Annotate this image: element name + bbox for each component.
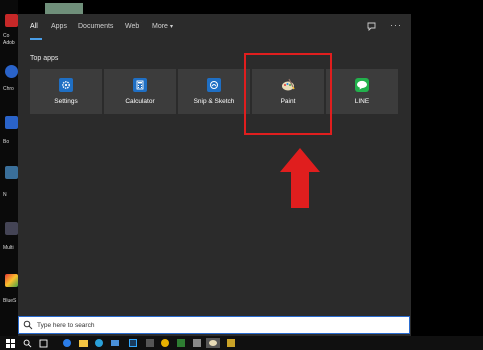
desktop-label-co: Co [3,33,10,39]
desktop-label-bo: Bo [3,139,10,145]
paint-taskbar-icon[interactable] [206,338,220,348]
desktop-icon-chrome[interactable] [5,65,18,78]
app-tile-calculator[interactable]: Calculator [104,69,176,114]
highlight-box [244,53,332,135]
search-input[interactable] [37,319,397,331]
store-icon[interactable] [145,338,155,348]
desktop-label-chro: Chro [3,86,14,92]
more-options-icon[interactable]: ··· [390,20,402,30]
desktop-icon-bluestacks[interactable] [5,274,18,287]
app-tile-label: Snip & Sketch [193,98,235,105]
chrome-alt-icon[interactable] [160,338,170,348]
file-explorer-icon[interactable] [78,338,88,348]
filter-tabs: All Apps Documents Web More ▾ ··· [18,14,411,41]
app-icon-green[interactable] [176,338,186,348]
line-icon [355,78,369,92]
arrow-up-icon [280,148,320,208]
tab-all[interactable]: All [30,23,38,30]
desktop-icon-bo[interactable] [5,116,18,129]
calculator-icon [133,78,147,92]
desktop-label-adob: Adob [3,40,15,46]
feedback-icon[interactable] [367,21,377,31]
photoshop-icon[interactable] [128,338,138,348]
start-search-panel: All Apps Documents Web More ▾ ··· Top app… [18,14,411,336]
desktop-icon-n[interactable] [5,166,18,179]
edge-icon[interactable] [94,338,104,348]
app-tile-line[interactable]: LINE [326,69,398,114]
app-tile-label: Calculator [125,98,155,105]
mail-icon[interactable] [110,338,120,348]
chevron-down-icon: ▾ [169,24,173,30]
tab-web[interactable]: Web [125,23,139,30]
active-tab-indicator [30,38,42,40]
taskbar-search-box[interactable] [18,316,410,334]
app-icon-yellow[interactable] [226,338,236,348]
snip-sketch-icon [207,78,221,92]
tab-documents[interactable]: Documents [78,23,113,30]
task-view-icon[interactable] [38,338,48,348]
desktop-icon-multi[interactable] [5,222,18,235]
desktop-label-blues: BlueS [3,298,17,304]
desktop-strip: Co Adob Chro Bo N Multi BlueS [0,0,18,336]
app-tile-label: Settings [54,98,78,105]
search-icon[interactable] [22,338,32,348]
desktop-label-multi: Multi [3,245,14,251]
tab-more-label: More [152,23,168,30]
gear-icon [59,78,73,92]
windows-start-icon[interactable] [5,338,15,348]
tab-more[interactable]: More ▾ [152,23,173,30]
section-title-top-apps: Top apps [30,55,59,62]
taskbar [0,336,483,350]
desktop-icon-adobe[interactable] [5,14,18,27]
app-tile-label: LINE [354,98,370,105]
search-icon [23,320,33,330]
app-icon-gray[interactable] [192,338,202,348]
app-tile-settings[interactable]: Settings [30,69,102,114]
app-tile-snip-sketch[interactable]: Snip & Sketch [178,69,250,114]
desktop-label-n: N [3,192,7,198]
tab-apps[interactable]: Apps [51,23,67,30]
chrome-taskbar-icon[interactable] [62,338,72,348]
